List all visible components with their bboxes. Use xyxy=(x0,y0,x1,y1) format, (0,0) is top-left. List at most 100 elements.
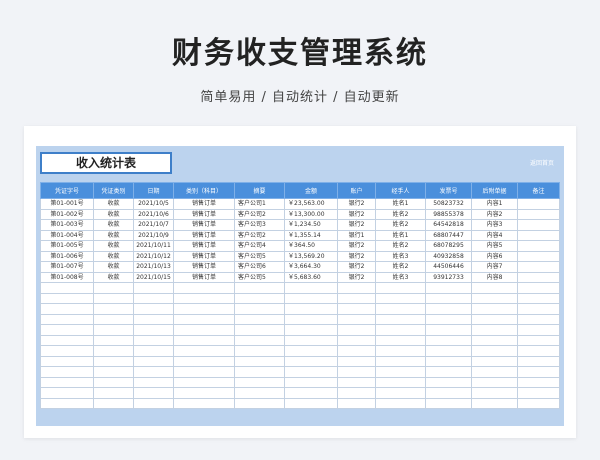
table-cell[interactable] xyxy=(425,334,472,346)
table-cell[interactable]: 客户公司5 xyxy=(234,250,285,262)
table-cell[interactable] xyxy=(337,324,376,336)
table-cell[interactable] xyxy=(517,261,560,273)
table-cell[interactable]: 第01-003号 xyxy=(40,219,94,231)
table-cell[interactable] xyxy=(234,397,285,409)
table-cell[interactable] xyxy=(173,345,235,357)
table-cell[interactable] xyxy=(173,355,235,367)
table-cell[interactable] xyxy=(133,397,174,409)
table-cell[interactable] xyxy=(284,376,338,388)
table-cell[interactable] xyxy=(133,303,174,315)
table-cell[interactable] xyxy=(93,324,134,336)
table-cell[interactable]: 客户公司2 xyxy=(234,229,285,241)
table-cell[interactable] xyxy=(517,250,560,262)
table-cell[interactable] xyxy=(425,345,472,357)
table-cell[interactable] xyxy=(375,313,426,325)
table-cell[interactable]: 64542818 xyxy=(425,219,472,231)
column-header[interactable]: 发票号 xyxy=(425,182,472,199)
table-cell[interactable] xyxy=(173,334,235,346)
table-cell[interactable] xyxy=(425,387,472,399)
table-cell[interactable] xyxy=(173,324,235,336)
column-header[interactable]: 账户 xyxy=(337,182,376,199)
table-cell[interactable] xyxy=(284,387,338,399)
table-cell[interactable] xyxy=(234,355,285,367)
table-cell[interactable]: 客户公司6 xyxy=(234,261,285,273)
table-cell[interactable] xyxy=(471,366,518,378)
table-cell[interactable] xyxy=(40,355,94,367)
table-cell[interactable] xyxy=(471,355,518,367)
table-cell[interactable] xyxy=(40,387,94,399)
table-cell[interactable] xyxy=(517,271,560,283)
table-cell[interactable]: 收款 xyxy=(93,271,134,283)
table-cell[interactable] xyxy=(93,334,134,346)
table-cell[interactable] xyxy=(375,376,426,388)
table-cell[interactable] xyxy=(284,397,338,409)
table-cell[interactable]: 2021/10/7 xyxy=(133,219,174,231)
table-cell[interactable]: 第01-008号 xyxy=(40,271,94,283)
table-cell[interactable] xyxy=(471,334,518,346)
table-cell[interactable]: 客户公司4 xyxy=(234,240,285,252)
table-cell[interactable]: 第01-006号 xyxy=(40,250,94,262)
table-cell[interactable]: 银行2 xyxy=(337,219,376,231)
table-cell[interactable]: 收款 xyxy=(93,219,134,231)
table-cell[interactable]: 客户公司3 xyxy=(234,219,285,231)
table-cell[interactable] xyxy=(40,292,94,304)
table-cell[interactable] xyxy=(173,292,235,304)
table-cell[interactable] xyxy=(425,313,472,325)
table-cell[interactable] xyxy=(40,334,94,346)
column-header[interactable]: 日期 xyxy=(133,182,174,199)
table-cell[interactable] xyxy=(375,345,426,357)
table-cell[interactable] xyxy=(517,282,560,294)
table-cell[interactable]: 内容6 xyxy=(471,250,518,262)
table-cell[interactable] xyxy=(93,282,134,294)
table-cell[interactable]: 第01-002号 xyxy=(40,208,94,220)
table-cell[interactable] xyxy=(93,313,134,325)
table-cell[interactable] xyxy=(337,366,376,378)
table-cell[interactable]: 93912733 xyxy=(425,271,472,283)
table-cell[interactable] xyxy=(471,387,518,399)
table-cell[interactable] xyxy=(471,282,518,294)
table-cell[interactable]: 姓名3 xyxy=(375,250,426,262)
table-cell[interactable] xyxy=(517,219,560,231)
table-cell[interactable] xyxy=(93,387,134,399)
table-cell[interactable] xyxy=(517,345,560,357)
table-cell[interactable] xyxy=(425,366,472,378)
column-header[interactable]: 后附单据 xyxy=(471,182,518,199)
table-cell[interactable]: 销售订单 xyxy=(173,208,235,220)
table-cell[interactable] xyxy=(234,282,285,294)
table-cell[interactable] xyxy=(517,198,560,210)
table-cell[interactable] xyxy=(234,376,285,388)
table-cell[interactable] xyxy=(284,366,338,378)
table-cell[interactable] xyxy=(133,376,174,388)
table-cell[interactable] xyxy=(517,366,560,378)
table-cell[interactable] xyxy=(173,397,235,409)
table-cell[interactable] xyxy=(284,303,338,315)
table-cell[interactable] xyxy=(93,397,134,409)
table-cell[interactable] xyxy=(425,397,472,409)
table-cell[interactable] xyxy=(234,313,285,325)
table-cell[interactable]: 客户公司1 xyxy=(234,198,285,210)
table-cell[interactable] xyxy=(425,355,472,367)
table-cell[interactable] xyxy=(375,366,426,378)
table-cell[interactable]: ￥13,569.20 xyxy=(284,250,338,262)
table-cell[interactable] xyxy=(471,324,518,336)
table-cell[interactable] xyxy=(517,334,560,346)
table-cell[interactable] xyxy=(284,324,338,336)
table-cell[interactable] xyxy=(133,345,174,357)
table-cell[interactable] xyxy=(93,345,134,357)
table-cell[interactable] xyxy=(517,376,560,388)
table-cell[interactable] xyxy=(425,282,472,294)
column-header[interactable]: 类别（科目） xyxy=(173,182,235,199)
table-cell[interactable]: 内容4 xyxy=(471,229,518,241)
table-cell[interactable] xyxy=(375,397,426,409)
table-cell[interactable]: 第01-007号 xyxy=(40,261,94,273)
table-cell[interactable]: 姓名1 xyxy=(375,229,426,241)
table-cell[interactable]: ￥3,664.30 xyxy=(284,261,338,273)
table-cell[interactable]: 银行2 xyxy=(337,250,376,262)
table-cell[interactable]: 姓名2 xyxy=(375,240,426,252)
table-cell[interactable] xyxy=(337,397,376,409)
table-cell[interactable]: 姓名1 xyxy=(375,198,426,210)
table-cell[interactable]: 第01-005号 xyxy=(40,240,94,252)
table-cell[interactable] xyxy=(471,313,518,325)
table-cell[interactable] xyxy=(133,324,174,336)
column-header[interactable]: 经手人 xyxy=(375,182,426,199)
